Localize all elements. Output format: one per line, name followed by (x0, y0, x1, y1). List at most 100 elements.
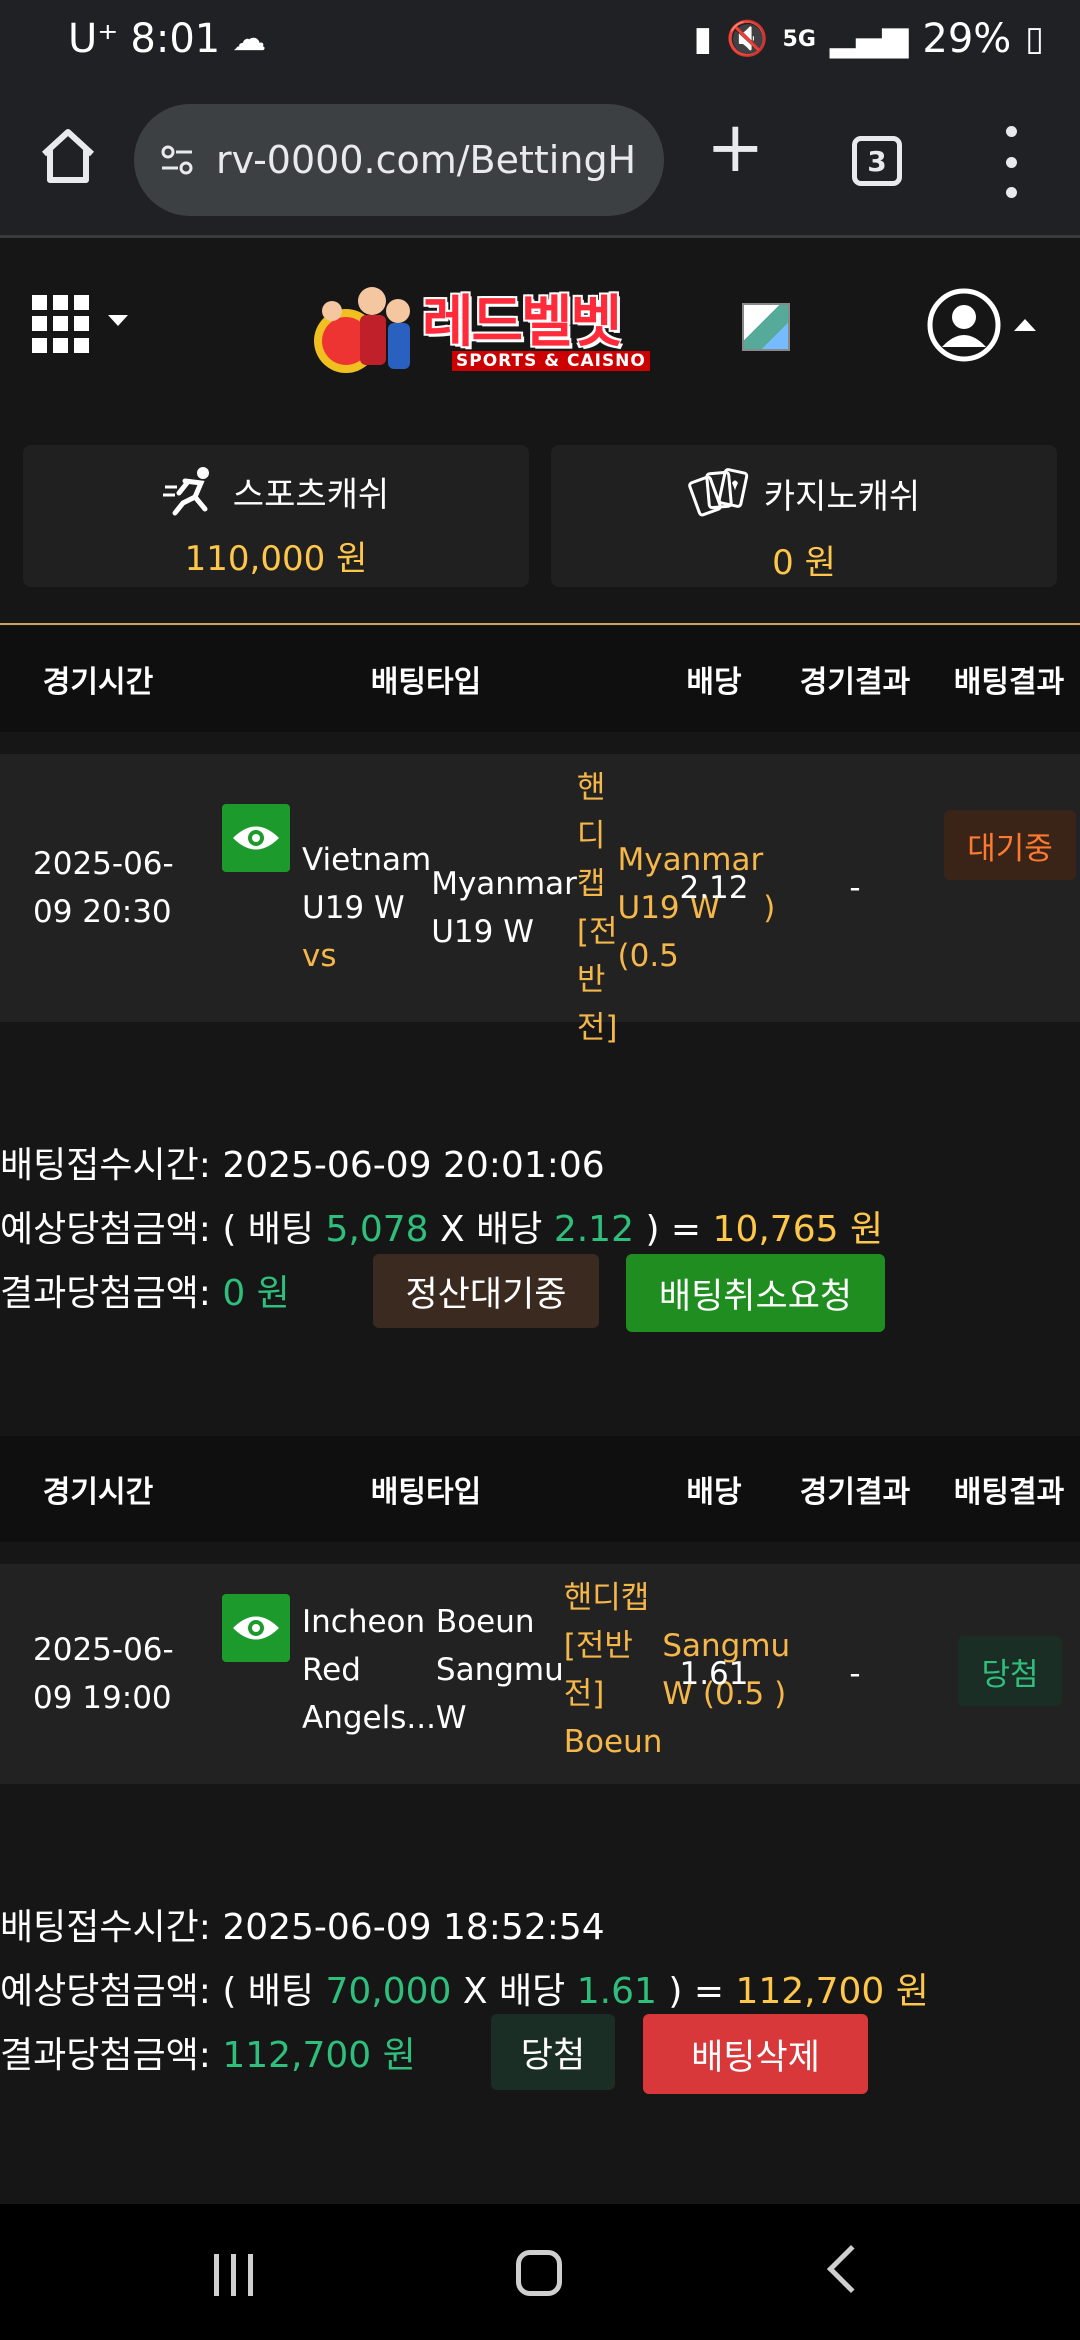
match-clock: 09 20:30 (33, 894, 172, 930)
home-team: Incheon Red Angels... (302, 1604, 436, 1736)
view-details-button[interactable] (222, 1594, 290, 1662)
receipt-time: 2025-06-09 18:52:54 (222, 1907, 605, 1948)
clock: 8:01 (130, 16, 221, 62)
battery-percent: 29% (922, 16, 1012, 62)
bet-row: 2025-06- 09 19:00 Incheon Red Angels... B… (0, 1564, 1080, 1784)
result-label: 결과당첨금액: (0, 2035, 211, 2076)
browser-toolbar: rv-0000.com/BettingH + 3 (0, 86, 1080, 238)
header-result: 경기결과 (799, 665, 911, 700)
receipt-time: 2025-06-09 20:01:06 (222, 1145, 605, 1186)
expected-open: ( 배팅 (222, 1971, 315, 2012)
receipt-label: 배팅접수시간: (0, 1907, 211, 1948)
stake-amount: 70,000 (325, 1971, 452, 2012)
away-team: Boeun Sangmu W (435, 1604, 564, 1736)
odds-value: 2.12 (679, 870, 749, 906)
chevron-down-icon[interactable] (108, 315, 128, 326)
match-clock: 09 19:00 (33, 1680, 172, 1716)
status-right: ▮ 🔇 5G ▂▄▆ 29% ▯ (693, 16, 1044, 62)
status-left: U⁺ 8:01 ☁ (68, 16, 266, 62)
network-5g-icon: 5G (782, 26, 816, 52)
bet-market: 핸디캡 [전반전] (576, 770, 618, 1046)
match-result: - (849, 1656, 861, 1692)
running-icon (162, 467, 209, 516)
match-time: 2025-06- 09 20:30 (33, 754, 203, 1022)
playing-cards-icon (687, 468, 749, 517)
header-type: 배팅타입 (370, 665, 482, 700)
header-result: 경기결과 (799, 1475, 911, 1510)
expected-win-line: 예상당첨금액: ( 배팅 5,078 X 배당 2.12 ) = 10,765 … (0, 1200, 883, 1252)
logo-tagline: SPORTS & CAISNO (452, 351, 650, 371)
expected-odds: 1.61 (576, 1971, 657, 2012)
url-text[interactable]: rv-0000.com/BettingH (216, 138, 636, 182)
bet-row: 2025-06- 09 20:30 Vietnam U19 W vs Myanma… (0, 754, 1080, 1046)
home-team: Vietnam U19 W (302, 842, 432, 926)
view-details-button[interactable] (222, 804, 290, 872)
match-date: 2025-06- (33, 846, 174, 882)
site-settings-icon[interactable] (160, 143, 194, 177)
back-icon[interactable] (826, 2244, 876, 2294)
receipt-time-line: 배팅접수시간: 2025-06-09 18:52:54 (0, 1898, 605, 1950)
casino-cash-amount: 0 원 (772, 543, 836, 583)
expected-open: ( 배팅 (222, 1209, 315, 1250)
site-logo[interactable]: 레드벨벳 SPORTS & CAISNO (312, 271, 658, 383)
header-bet-result: 배팅결과 (953, 665, 1065, 700)
sports-cash-card[interactable]: 스포츠캐쉬 110,000 원 (23, 445, 529, 587)
user-account-icon[interactable] (926, 287, 1002, 363)
logo-wordmark: 레드벨벳 (422, 290, 622, 355)
cancel-bet-request-button[interactable]: 배팅취소요청 (626, 1254, 885, 1332)
won-status-button[interactable]: 당첨 (491, 2014, 615, 2090)
receipt-time-line: 배팅접수시간: 2025-06-09 20:01:06 (0, 1136, 605, 1188)
section-divider (0, 623, 1080, 625)
expected-odds: 2.12 (553, 1209, 634, 1250)
away-team: Myanmar U19 W (431, 866, 577, 950)
bet-table-header: 경기시간 배팅타입 배당 경기결과 배팅결과 (0, 1436, 1080, 1542)
grid-menu-icon[interactable] (32, 295, 90, 353)
result-amount: 0 원 (222, 1273, 290, 1314)
expected-label: 예상당첨금액: (0, 1971, 211, 2012)
expected-win-line: 예상당첨금액: ( 배팅 70,000 X 배당 1.61 ) = 112,70… (0, 1962, 929, 2014)
broken-image-icon (742, 303, 790, 351)
address-bar[interactable]: rv-0000.com/BettingH (134, 104, 664, 216)
expected-amount: 10,765 원 (712, 1209, 884, 1250)
bet-table-header: 경기시간 배팅타입 배당 경기결과 배팅결과 (0, 626, 1080, 732)
more-menu-icon[interactable] (996, 126, 1026, 198)
sports-cash-label: 스포츠캐쉬 (232, 474, 390, 515)
expected-close: ) = (668, 1971, 724, 2012)
settlement-pending-button[interactable]: 정산대기중 (373, 1254, 599, 1328)
expected-amount: 112,700 원 (735, 1971, 929, 2012)
battery-saver-icon: ▮ (693, 19, 713, 59)
vs-label: vs (302, 938, 337, 974)
signal-icon: ▂▄▆ (829, 19, 909, 59)
eye-icon (233, 1616, 279, 1640)
carrier-label: U⁺ (68, 16, 119, 62)
odds-value: 1.61 (679, 1656, 749, 1692)
result-amount: 112,700 원 (222, 2035, 416, 2076)
recent-apps-icon[interactable] (214, 2254, 253, 2296)
battery-icon: ▯ (1025, 19, 1044, 59)
expected-close: ) = (645, 1209, 702, 1250)
x-odds-label: X 배당 (462, 1971, 566, 2012)
home-icon[interactable] (36, 124, 100, 188)
home-nav-icon[interactable] (516, 2250, 562, 2296)
header-bet-result: 배팅결과 (953, 1475, 1065, 1510)
match-result: - (849, 870, 861, 906)
header-type: 배팅타입 (370, 1475, 482, 1510)
delete-bet-button[interactable]: 배팅삭제 (643, 2014, 868, 2094)
cloud-icon: ☁ (232, 19, 267, 59)
status-badge: 당첨 (958, 1636, 1062, 1706)
header-time: 경기시간 (42, 665, 154, 700)
casino-cash-label: 카지노캐쉬 (763, 476, 921, 517)
expected-label: 예상당첨금액: (0, 1209, 211, 1250)
casino-cash-card[interactable]: 카지노캐쉬 0 원 (551, 445, 1057, 587)
match-date: 2025-06- (33, 1632, 174, 1668)
mute-icon: 🔇 (726, 19, 769, 59)
result-label: 결과당첨금액: (0, 1273, 211, 1314)
chevron-up-icon[interactable] (1014, 319, 1036, 331)
header-odds: 배당 (686, 1475, 742, 1510)
tab-switcher-button[interactable]: 3 (852, 136, 902, 186)
bet-description: Vietnam U19 W vs Myanmar U19 W 핸디캡 [전반전]… (302, 764, 775, 1052)
new-tab-button[interactable]: + (706, 112, 765, 182)
receipt-label: 배팅접수시간: (0, 1145, 211, 1186)
result-win-line: 결과당첨금액: 112,700 원 (0, 2026, 416, 2078)
bet-market: 핸디캡 [전반전] Boeun (563, 1580, 663, 1760)
